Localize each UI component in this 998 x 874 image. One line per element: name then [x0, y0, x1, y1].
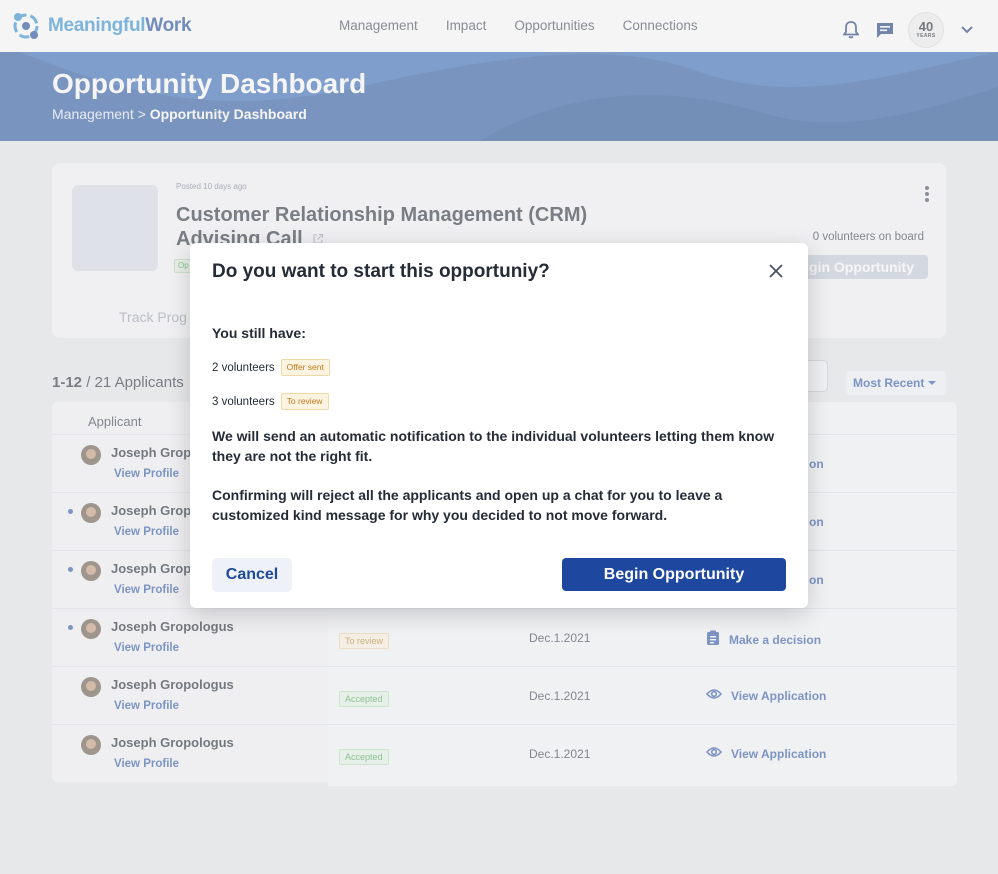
still-have-label: You still have: — [212, 325, 306, 341]
begin-opportunity-button[interactable]: Begin Opportunity — [562, 558, 786, 591]
cancel-button[interactable]: Cancel — [212, 558, 292, 592]
start-opportunity-dialog: Do you want to start this opportuniy? Yo… — [190, 243, 808, 608]
close-icon[interactable] — [768, 263, 784, 279]
dialog-title: Do you want to start this opportuniy? — [212, 261, 550, 282]
to-review-line: 3 volunteers To review — [212, 393, 329, 410]
offer-sent-line: 2 volunteers Offer sent — [212, 359, 330, 376]
notification-text: We will send an automatic notification t… — [212, 428, 775, 464]
confirm-text: Confirming will reject all the applicant… — [212, 487, 723, 523]
offer-sent-badge: Offer sent — [280, 359, 330, 376]
to-review-badge: To review — [280, 393, 329, 410]
